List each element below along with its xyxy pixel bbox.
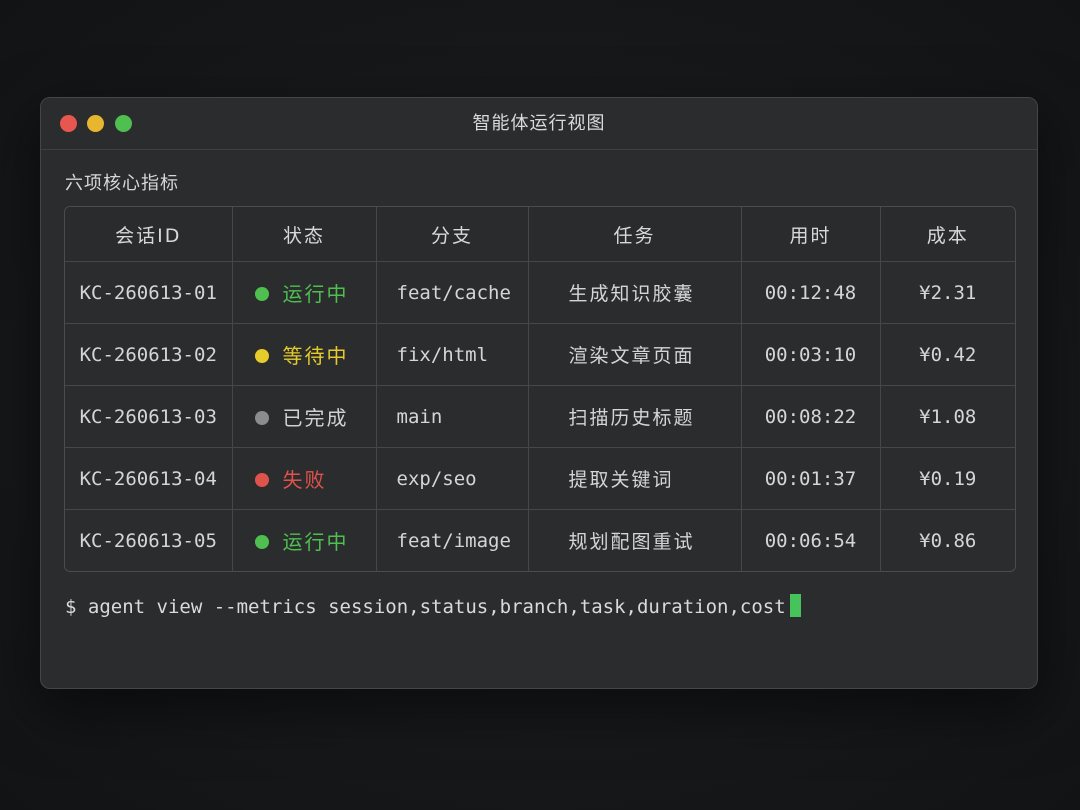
session-id-cell: KC-260613-01: [65, 261, 233, 324]
status-dot-icon: [254, 534, 269, 549]
branch-cell: feat/image: [376, 509, 529, 571]
table-row: KC-260613-04 失败 exp/seo 提取关键词 00:01:37 ¥…: [65, 447, 1015, 510]
column-header-duration: 用时: [741, 207, 881, 262]
status-cell: 等待中: [232, 323, 377, 386]
status-label: 失败: [282, 468, 327, 492]
command-text: $ agent view --metrics session,status,br…: [65, 596, 786, 618]
section-title: 六项核心指标: [65, 173, 179, 194]
branch-cell: fix/html: [376, 323, 529, 386]
status-dot-icon: [254, 348, 269, 363]
column-header-session: 会话ID: [65, 207, 233, 262]
status-dot-icon: [254, 286, 269, 301]
duration-cell: 00:03:10: [741, 323, 881, 386]
status-dot-icon: [254, 410, 269, 425]
table-header-row: 会话ID 状态 分支 任务 用时 成本: [65, 207, 1015, 262]
duration-cell: 00:08:22: [741, 385, 881, 448]
session-id-cell: KC-260613-05: [65, 509, 233, 571]
column-header-status: 状态: [232, 207, 377, 262]
task-cell: 渲染文章页面: [528, 323, 742, 386]
task-cell: 生成知识胶囊: [528, 261, 742, 324]
cost-cell: ¥0.42: [880, 323, 1015, 386]
task-cell: 扫描历史标题: [528, 385, 742, 448]
table-row: KC-260613-05 运行中 feat/image 规划配图重试 00:06…: [65, 509, 1015, 571]
status-cell: 失败: [232, 447, 377, 510]
duration-cell: 00:01:37: [741, 447, 881, 510]
branch-cell: main: [376, 385, 529, 448]
session-id-cell: KC-260613-04: [65, 447, 233, 510]
column-header-task: 任务: [528, 207, 742, 262]
session-id-cell: KC-260613-03: [65, 385, 233, 448]
text-cursor: [789, 594, 801, 617]
status-dot-icon: [254, 472, 269, 487]
cost-cell: ¥0.19: [880, 447, 1015, 510]
cost-cell: ¥0.86: [919, 529, 977, 552]
session-id-cell: KC-260613-02: [65, 323, 233, 386]
status-label: 已完成: [282, 406, 349, 430]
cost-cell: ¥2.31: [880, 261, 1015, 324]
duration-cell: 00:12:48: [741, 261, 881, 324]
table-row: KC-260613-03 已完成 main 扫描历史标题 00:08:22 ¥1…: [65, 385, 1015, 448]
branch-cell: feat/cache: [376, 261, 529, 324]
status-cell: 运行中: [232, 509, 377, 571]
terminal-window: 智能体运行视图 六项核心指标 会话ID 状态 分支 任务 用时 成本 KC-26…: [40, 97, 1038, 689]
task-cell: 规划配图重试: [528, 509, 742, 571]
status-label: 运行中: [282, 530, 349, 554]
column-header-branch: 分支: [376, 207, 529, 262]
table-row: KC-260613-02 等待中 fix/html 渲染文章页面 00:03:1…: [65, 323, 1015, 386]
duration-cell: 00:06:54: [741, 509, 881, 571]
status-cell: 运行中: [232, 261, 377, 324]
cost-cell: ¥1.08: [880, 385, 1015, 448]
table-row: KC-260613-01 运行中 feat/cache 生成知识胶囊 00:12…: [65, 261, 1015, 324]
status-label: 运行中: [282, 282, 349, 306]
metrics-table: 会话ID 状态 分支 任务 用时 成本 KC-260613-01 运行中 fea…: [64, 206, 1016, 572]
status-cell: 已完成: [232, 385, 377, 448]
branch-cell: exp/seo: [376, 447, 529, 510]
command-prompt[interactable]: $ agent view --metrics session,status,br…: [65, 594, 801, 619]
column-header-cost: 成本: [880, 207, 1015, 262]
title-bar: 智能体运行视图: [41, 98, 1037, 150]
window-title: 智能体运行视图: [472, 113, 606, 134]
task-cell: 提取关键词: [528, 447, 742, 510]
status-label: 等待中: [282, 344, 349, 368]
